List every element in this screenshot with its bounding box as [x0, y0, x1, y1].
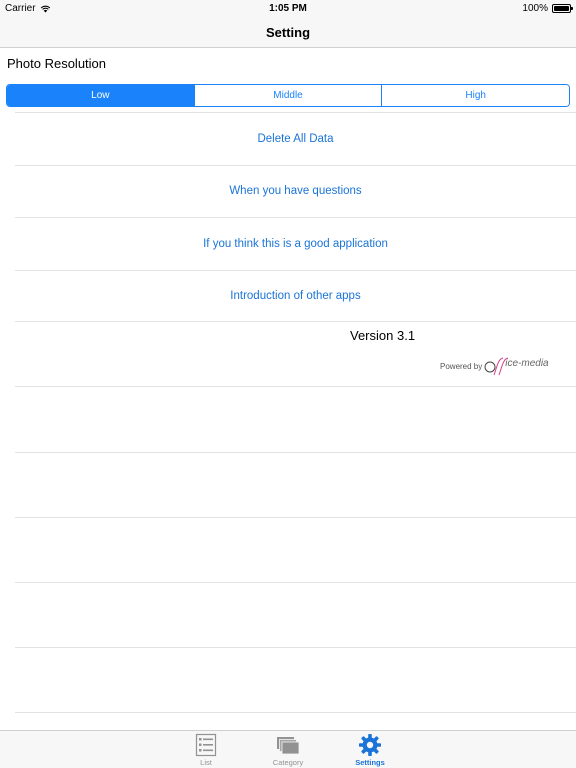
table-separator: [15, 582, 576, 583]
table-separator: [15, 517, 576, 518]
powered-by-logo: Powered by ice-media: [440, 355, 549, 377]
battery-icon: [552, 4, 573, 13]
status-bar: Carrier 1:05 PM 100%: [0, 0, 576, 17]
photo-resolution-label: Photo Resolution: [7, 56, 107, 71]
other-apps-button[interactable]: Introduction of other apps: [15, 269, 576, 322]
list-icon: [195, 733, 217, 757]
settings-menu: Delete All Data When you have questions …: [0, 112, 576, 322]
page-title: Setting: [265, 24, 311, 40]
resolution-option-high[interactable]: High: [381, 85, 569, 106]
version-section: Version 3.1 Powered by ice-media: [15, 322, 576, 387]
table-separator: [15, 712, 576, 713]
status-time: 1:05 PM: [269, 3, 307, 14]
resolution-option-middle[interactable]: Middle: [193, 85, 382, 106]
questions-button[interactable]: When you have questions: [15, 164, 576, 218]
tab-list[interactable]: List: [165, 731, 247, 768]
table-separator: [15, 647, 576, 648]
settings-screen: Carrier 1:05 PM 100% Setting Photo Resol…: [0, 0, 576, 768]
tab-label: Settings: [355, 758, 385, 767]
status-right: 100%: [522, 3, 573, 14]
tab-label: Category: [272, 758, 304, 767]
tab-settings[interactable]: Settings: [329, 731, 411, 768]
wifi-icon: [40, 5, 50, 12]
table-separator: [15, 452, 576, 453]
carrier-label: Carrier: [5, 3, 36, 14]
battery-percent: 100%: [522, 3, 548, 14]
gear-icon: [359, 734, 381, 756]
folders-icon: [277, 737, 300, 755]
rate-app-button[interactable]: If you think this is a good application: [15, 217, 576, 270]
battery-fill: [554, 6, 569, 11]
tab-bar: List Category Settings: [0, 730, 576, 768]
version-label: Version 3.1: [350, 328, 416, 343]
powered-by-label: Powered by: [440, 361, 483, 371]
photo-resolution-segmented-control: Low Middle High: [6, 84, 570, 107]
nav-bar: Setting: [0, 17, 576, 48]
delete-all-data-button[interactable]: Delete All Data: [15, 112, 576, 165]
tab-label: List: [200, 758, 212, 767]
logo-text: ice-media: [505, 357, 549, 369]
status-left: Carrier: [5, 3, 51, 14]
tab-category[interactable]: Category: [247, 731, 329, 768]
resolution-option-low[interactable]: Low: [7, 85, 194, 106]
